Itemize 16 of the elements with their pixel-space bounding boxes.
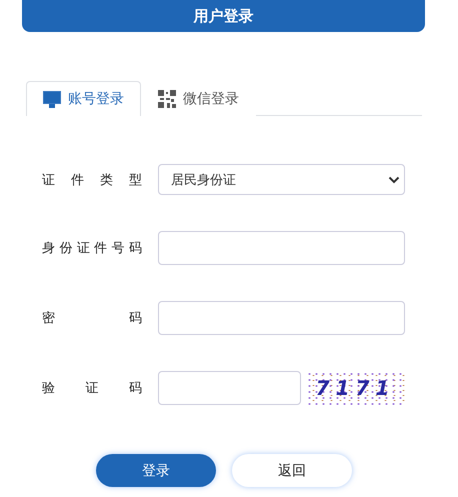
chevron-down-icon — [388, 176, 400, 184]
captcha-field[interactable] — [158, 371, 301, 405]
monitor-icon — [43, 90, 61, 108]
back-button[interactable]: 返回 — [232, 454, 352, 487]
captcha-image[interactable]: 7171 — [306, 371, 405, 405]
tab[interactable]: 账号登录 — [26, 81, 141, 116]
field-label: 验证码 — [42, 380, 142, 397]
select-field[interactable]: 居民身份证 — [158, 164, 405, 195]
field-label: 身份证件号码 — [42, 240, 142, 257]
header-bar: 用户登录 — [22, 0, 425, 32]
password-field[interactable] — [158, 301, 405, 335]
input-field[interactable] — [158, 231, 405, 265]
field-label: 证件类型 — [42, 172, 142, 188]
field-label: 密码 — [42, 310, 142, 327]
qr-code-icon — [158, 90, 176, 108]
login-button[interactable]: 登录 — [96, 454, 216, 487]
